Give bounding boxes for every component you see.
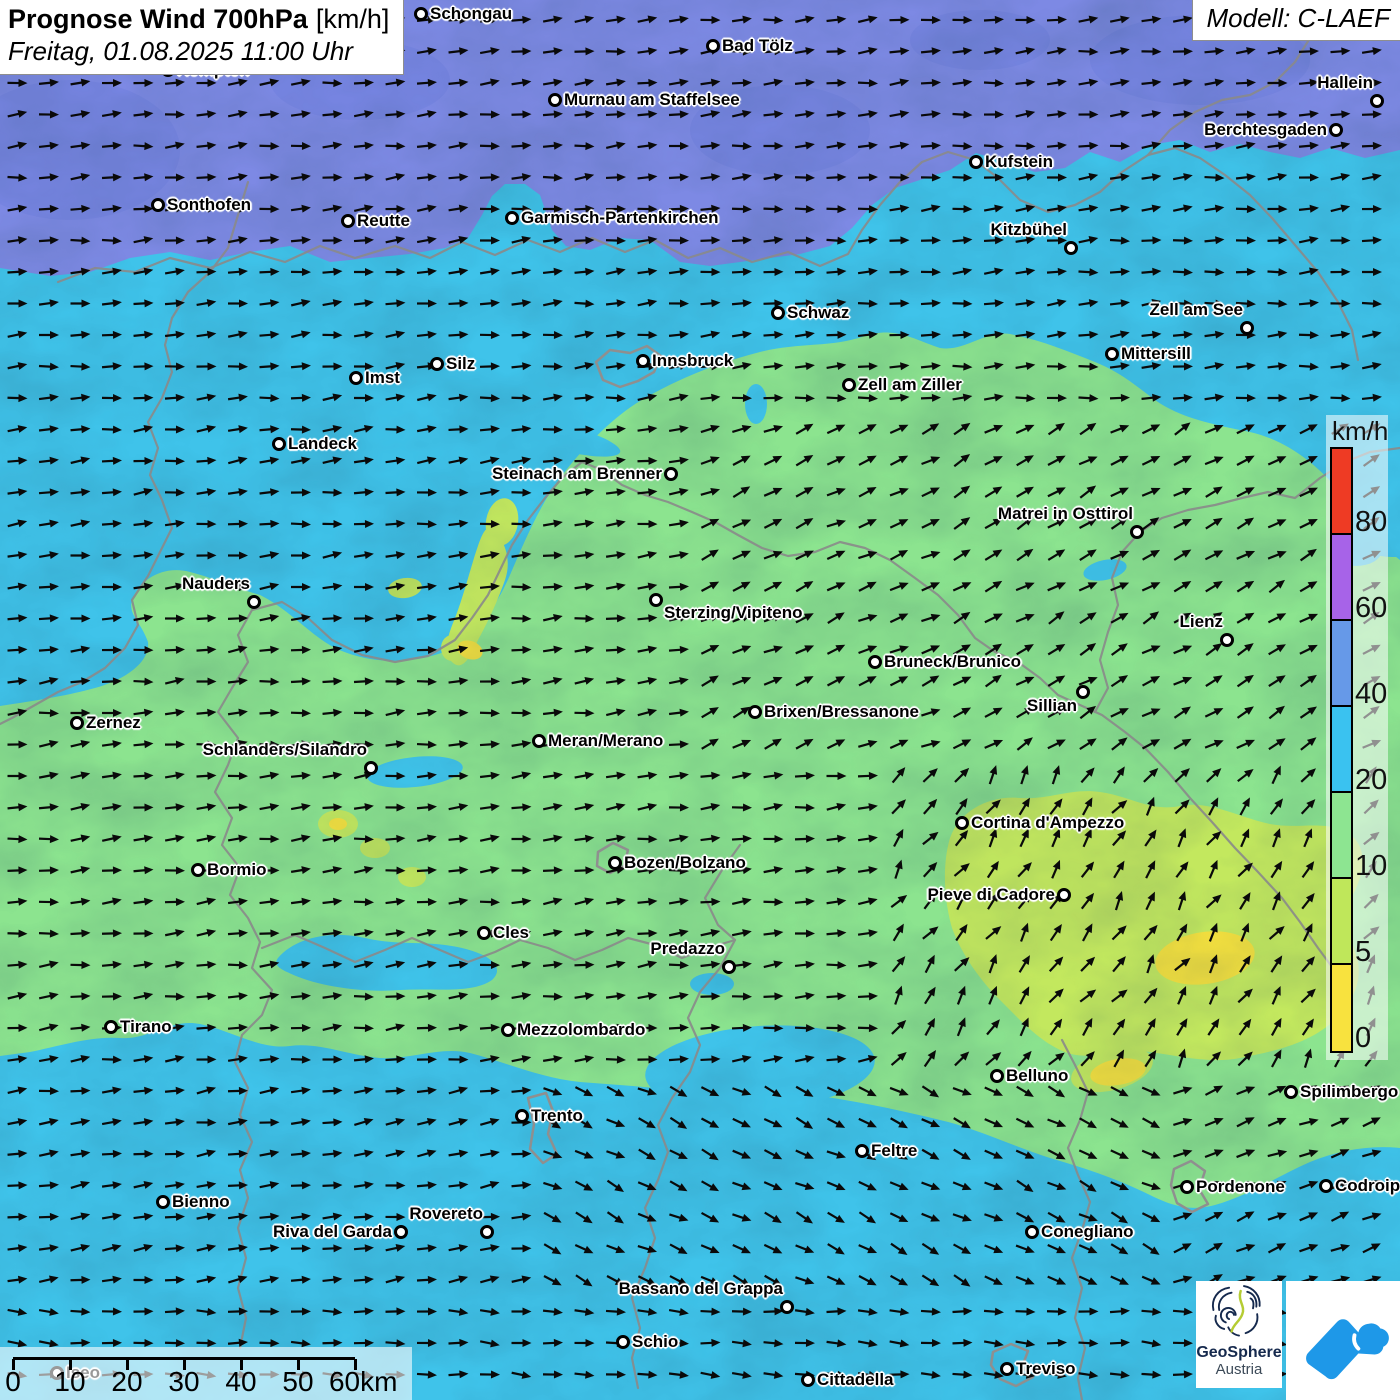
legend-tick-label: 20	[1355, 764, 1387, 797]
geosphere-name: GeoSphere	[1196, 1344, 1282, 1361]
scale-number: 60km	[329, 1366, 397, 1398]
legend-segment	[1332, 707, 1351, 793]
legend-color-bar	[1330, 447, 1353, 1053]
legend-tick-label: 60	[1355, 592, 1387, 625]
legend-segment	[1332, 965, 1351, 1051]
legend-tick-label: 40	[1355, 678, 1387, 711]
title-box: Prognose Wind 700hPa [km/h] Freitag, 01.0…	[0, 0, 404, 75]
legend-unit-label: km/h	[1332, 416, 1388, 447]
map-scale-bar: 0 10 20 30 40 50 60km	[0, 1347, 412, 1400]
legend-segment	[1332, 621, 1351, 707]
page-title: Prognose Wind 700hPa [km/h]	[8, 4, 389, 35]
legend-tick-label: 5	[1355, 936, 1371, 969]
geosphere-country: Austria	[1196, 1361, 1282, 1378]
geosphere-logo-box: GeoSphere Austria	[1196, 1281, 1282, 1388]
legend-segment	[1332, 449, 1351, 535]
forecast-datetime: Freitag, 01.08.2025 11:00 Uhr	[8, 36, 389, 67]
scale-number: 40	[225, 1366, 256, 1398]
model-label: Modell: C-LAEF	[1192, 0, 1400, 41]
mountain-cloud-icon	[1295, 1293, 1391, 1389]
scale-number: 10	[54, 1366, 85, 1398]
wind-speed-legend: km/h 80 60 40 20 10 5 0	[1326, 415, 1388, 1060]
title-unit: [km/h]	[316, 4, 390, 34]
scale-number: 30	[168, 1366, 199, 1398]
title-text: Prognose Wind 700hPa	[8, 4, 308, 34]
scale-number: 0	[5, 1366, 21, 1398]
legend-segment	[1332, 793, 1351, 879]
partner-logo-box	[1286, 1281, 1400, 1400]
scale-number: 50	[282, 1366, 313, 1398]
geosphere-contour-icon	[1206, 1281, 1272, 1339]
legend-tick-label: 0	[1355, 1022, 1371, 1055]
legend-segment	[1332, 535, 1351, 621]
scale-number: 20	[111, 1366, 142, 1398]
wind-map	[0, 0, 1400, 1400]
legend-segment	[1332, 879, 1351, 965]
legend-tick-label: 80	[1355, 506, 1387, 539]
legend-tick-label: 10	[1355, 850, 1387, 883]
